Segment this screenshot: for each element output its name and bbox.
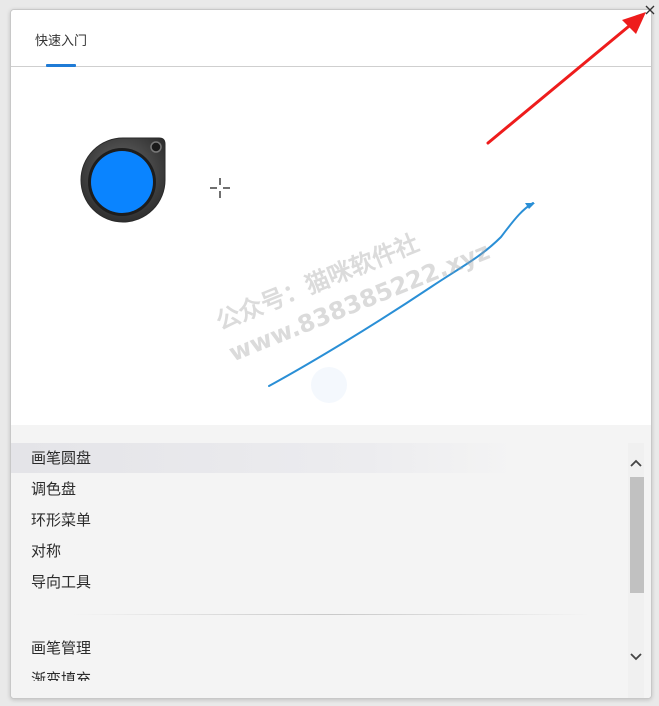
annotation-arrow — [486, 12, 646, 145]
